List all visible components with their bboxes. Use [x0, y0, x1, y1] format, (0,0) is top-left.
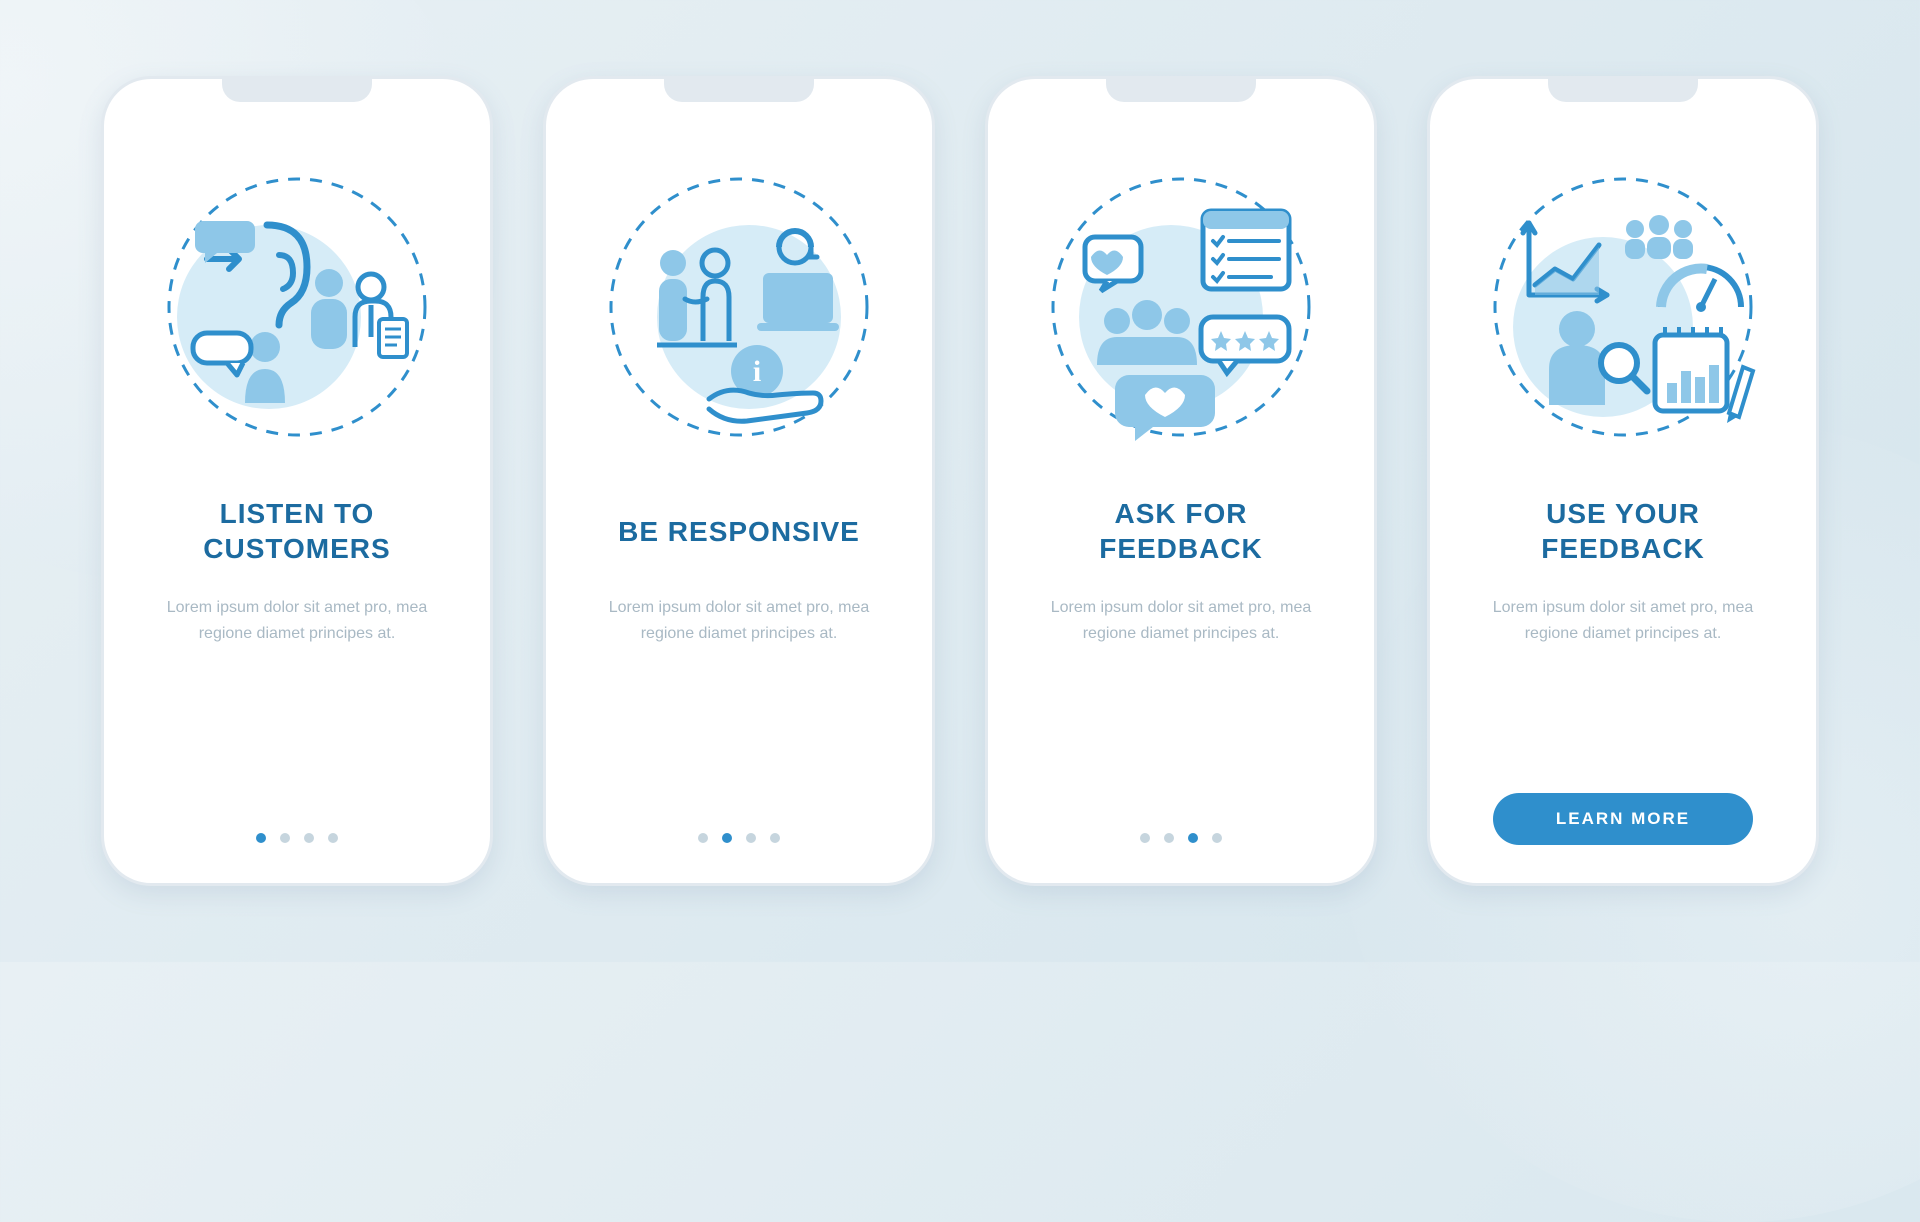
listen-customers-illustration [157, 167, 437, 447]
dot-2[interactable] [280, 833, 290, 843]
page-indicator [1140, 833, 1222, 851]
ask-feedback-illustration [1041, 167, 1321, 447]
screen-description: Lorem ipsum dolor sit amet pro, mea regi… [147, 595, 447, 646]
dot-2[interactable] [1164, 833, 1174, 843]
learn-more-button[interactable]: LEARN MORE [1493, 793, 1753, 845]
onboarding-screen-2: i BE RESPONSIVE Lorem ipsum dolor sit am… [543, 76, 935, 886]
onboarding-screen-1: LISTEN TO CUSTOMERS Lorem ipsum dolor si… [101, 76, 493, 886]
screen-title: ASK FOR FEEDBACK [1099, 495, 1263, 567]
dot-2[interactable] [722, 833, 732, 843]
dot-4[interactable] [770, 833, 780, 843]
screen-title: USE YOUR FEEDBACK [1541, 495, 1705, 567]
dot-3[interactable] [304, 833, 314, 843]
screen-description: Lorem ipsum dolor sit amet pro, mea regi… [1473, 595, 1773, 646]
dot-1[interactable] [256, 833, 266, 843]
onboarding-screen-3: ASK FOR FEEDBACK Lorem ipsum dolor sit a… [985, 76, 1377, 886]
screen-title: BE RESPONSIVE [618, 495, 860, 567]
page-indicator [698, 833, 780, 851]
svg-text:i: i [753, 355, 761, 388]
phone-notch [1106, 76, 1256, 102]
onboarding-screen-4: USE YOUR FEEDBACK Lorem ipsum dolor sit … [1427, 76, 1819, 886]
phone-notch [222, 76, 372, 102]
dot-4[interactable] [328, 833, 338, 843]
dot-4[interactable] [1212, 833, 1222, 843]
screen-description: Lorem ipsum dolor sit amet pro, mea regi… [589, 595, 889, 646]
dot-1[interactable] [698, 833, 708, 843]
screen-description: Lorem ipsum dolor sit amet pro, mea regi… [1031, 595, 1331, 646]
use-feedback-illustration [1483, 167, 1763, 447]
be-responsive-illustration: i [599, 167, 879, 447]
dot-1[interactable] [1140, 833, 1150, 843]
phone-notch [664, 76, 814, 102]
page-indicator [256, 833, 338, 851]
dot-3[interactable] [1188, 833, 1198, 843]
screen-title: LISTEN TO CUSTOMERS [203, 495, 390, 567]
phone-notch [1548, 76, 1698, 102]
dot-3[interactable] [746, 833, 756, 843]
